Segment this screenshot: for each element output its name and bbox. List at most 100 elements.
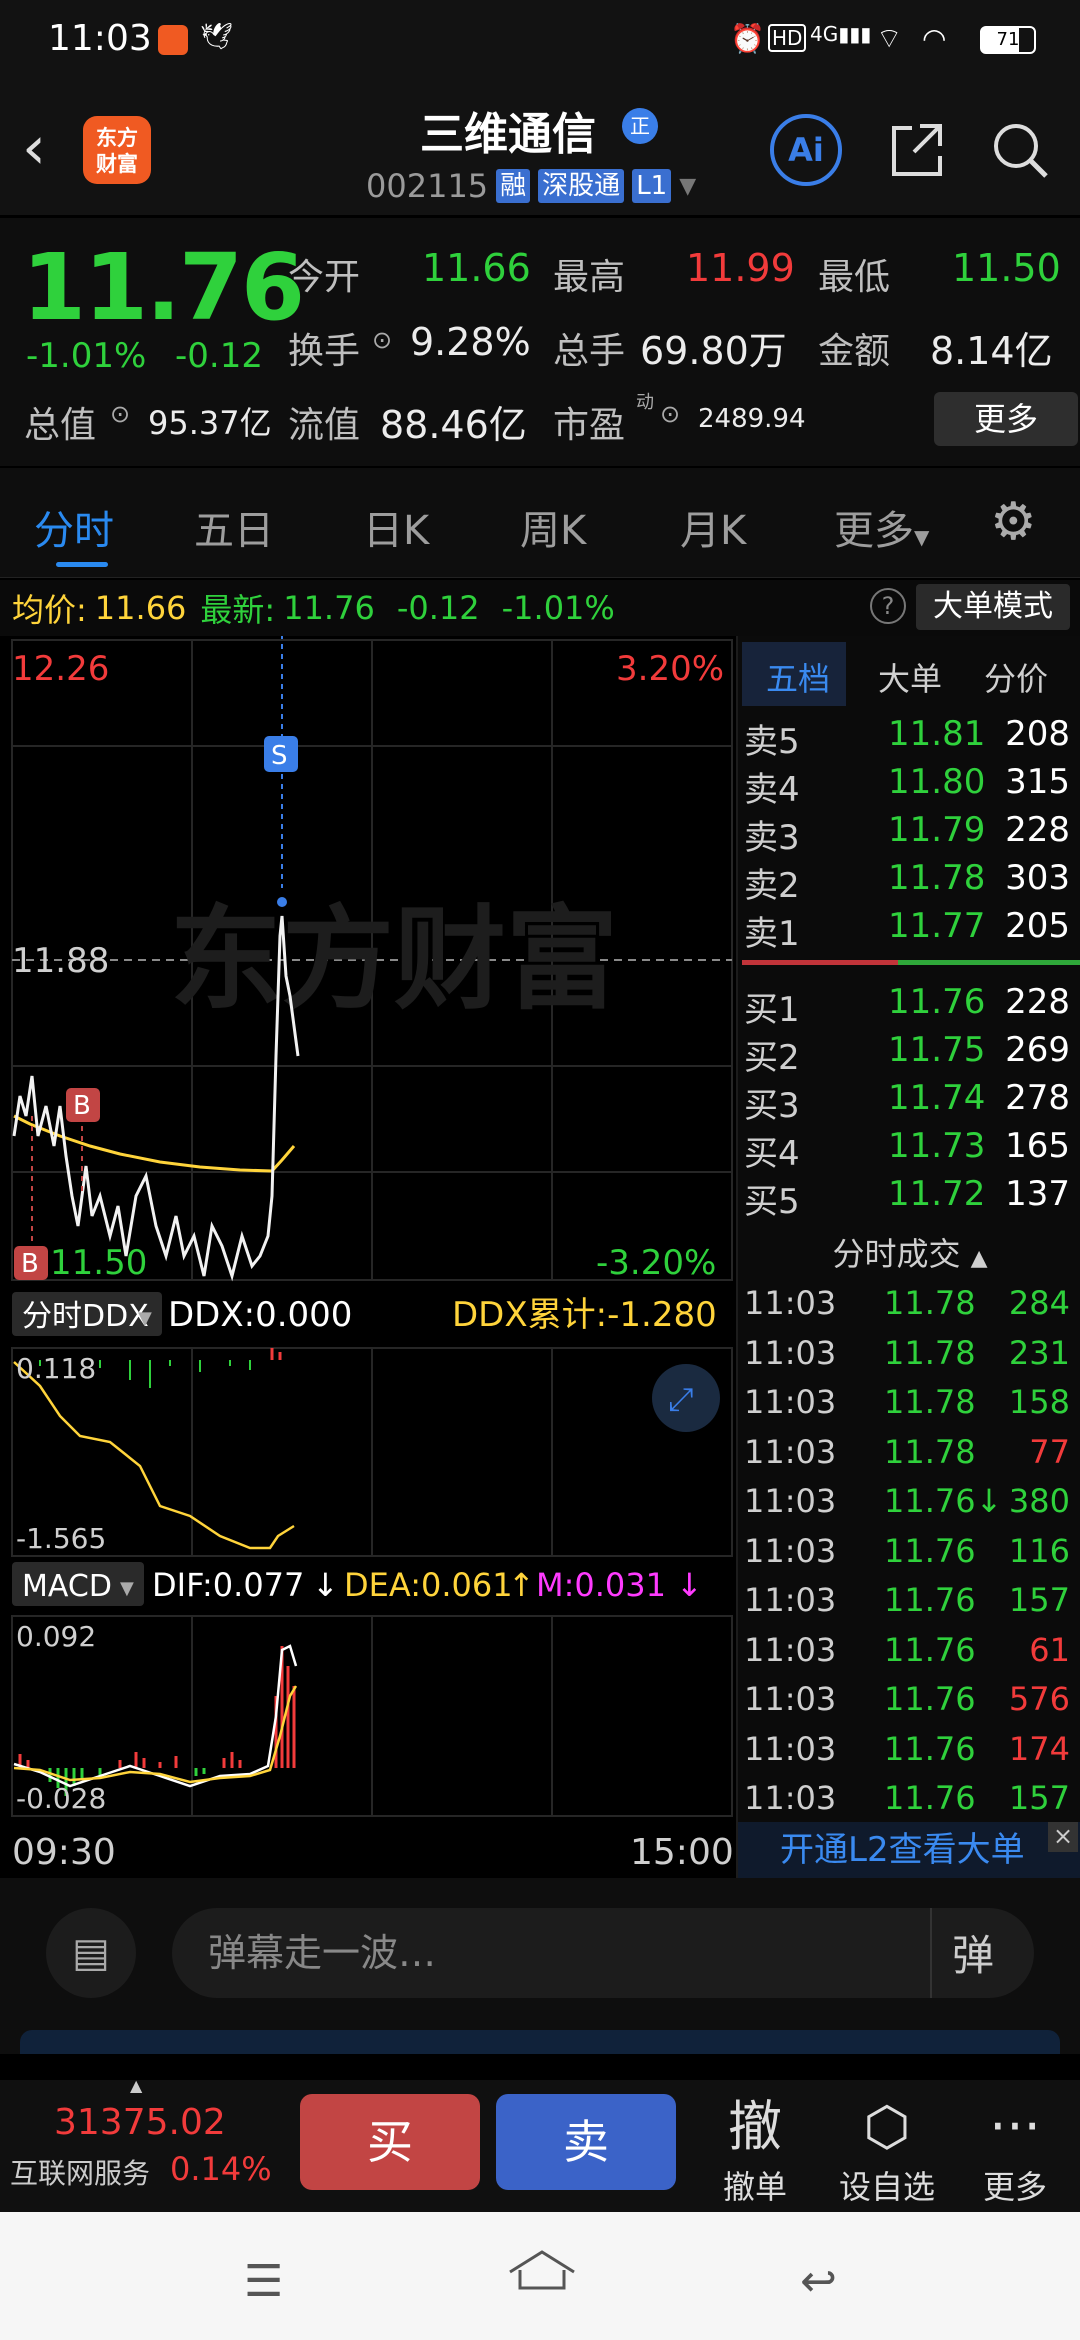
tab-monthly-k[interactable]: 月K — [680, 498, 746, 556]
search-icon[interactable] — [990, 120, 1050, 180]
tab-big-orders[interactable]: 大单 — [878, 654, 942, 700]
watermark: 东方财富 — [170, 895, 618, 1025]
menu-icon[interactable]: ☰ — [244, 2256, 283, 2307]
news-ticker-edge[interactable] — [20, 2030, 1060, 2054]
add-watchlist-button[interactable]: ⬡ 设自选 — [832, 2092, 942, 2208]
l2-banner-text: 开通L2查看大单 — [780, 1830, 1025, 1870]
macd-dea-line — [13, 1685, 298, 1784]
ask-label: 卖4 — [744, 770, 800, 810]
cancel-order-button[interactable]: 撤撤单 — [700, 2092, 810, 2208]
caret-up-icon: ▲ — [130, 2076, 143, 2095]
danmu-toggle-icon[interactable]: 弹 — [952, 1922, 994, 1983]
tab-weekly-k[interactable]: 周K — [520, 498, 586, 556]
caret-down-icon: ▼ — [120, 1578, 134, 1599]
time-axis-end: 15:00 — [630, 1832, 734, 1873]
more-button[interactable]: ··· 更多 — [960, 2092, 1070, 2208]
trade-volume: 61 — [1029, 1630, 1070, 1669]
danmu-input[interactable]: 弹幕走一波… — [172, 1908, 1034, 1998]
danmu-icon-glyph: 弹 — [952, 1931, 995, 1980]
info-icon[interactable]: ⊙ — [372, 326, 392, 354]
more-quote-button[interactable]: 更多 — [934, 392, 1078, 446]
ask-volume: 205 — [1005, 906, 1070, 946]
ddx-grid — [11, 1347, 733, 1557]
turnover-label: 换手 — [288, 331, 361, 372]
l2-upgrade-banner[interactable]: 开通L2查看大单 — [738, 1822, 1080, 1878]
price-axis-bottom: 11.50 — [50, 1243, 147, 1283]
ddx-axis-bottom: -1.565 — [16, 1522, 106, 1555]
tab-more[interactable]: 更多▼ — [834, 498, 929, 556]
ask-price: 11.79 — [888, 810, 986, 850]
bid-row-3: 买3 11.74 278 — [744, 1078, 1078, 1126]
stock-code: 002115 — [366, 167, 489, 205]
trade-row: 11:03 11.76 157 — [744, 1779, 1078, 1827]
trade-row: 11:03 11.76↓ 380 — [744, 1482, 1078, 1530]
alarm-icon: ⏰ — [730, 22, 765, 55]
app-logo[interactable]: 东方财富 — [83, 116, 151, 184]
bid-price: 11.75 — [888, 1030, 986, 1070]
bid-row-2: 买2 11.75 269 — [744, 1030, 1078, 1078]
stock-subtitle[interactable]: 002115 融 深股通 L1 ▼ — [366, 166, 696, 206]
macd-dif: DIF:0.077 — [152, 1566, 304, 1604]
bid-label: 买2 — [744, 1038, 800, 1078]
big-order-mode-button[interactable]: 大单模式 — [916, 584, 1070, 630]
share-icon[interactable] — [886, 120, 946, 180]
stock-name: 三维通信 — [420, 109, 596, 160]
battery-icon: 71 — [980, 26, 1036, 54]
tab-intraday[interactable]: 分时 — [34, 498, 114, 556]
trade-volume: 380 — [1008, 1482, 1070, 1520]
trade-time: 11:03 — [744, 1333, 837, 1372]
trade-volume: 116 — [1008, 1531, 1070, 1570]
trades-header[interactable]: 分时成交 ▲ — [738, 1228, 1080, 1280]
chevron-down-icon: ▼ — [679, 173, 697, 199]
index-name[interactable]: 互联网服务 — [10, 2152, 150, 2192]
bid-price: 11.73 — [888, 1126, 986, 1166]
chat-settings-icon[interactable]: ▤ — [46, 1908, 136, 1998]
bid-row-1: 买1 11.76 228 — [744, 982, 1078, 1030]
chart-tabs: 分时 五日 日K 周K 月K 更多▼ ⚙ — [0, 468, 1080, 578]
caret-down-icon: ▼ — [914, 525, 930, 549]
trade-price: 11.76↓ — [884, 1482, 1003, 1520]
status-badge: 正 — [622, 108, 658, 144]
help-icon[interactable]: ? — [870, 588, 906, 624]
info-icon[interactable]: ⊙ — [660, 400, 680, 428]
intraday-chart[interactable]: 东方财富 S B B 12.26 11.88 11.50 3.20% -3.20… — [0, 636, 736, 1878]
trade-time: 11:03 — [744, 1779, 837, 1817]
macd-bars-up — [18, 1646, 296, 1768]
buy-button[interactable]: 买 — [300, 2094, 480, 2190]
watchlist-icon: ⬡ — [863, 2095, 911, 2158]
close-icon[interactable]: × — [1048, 1822, 1078, 1852]
home-icon[interactable] — [506, 2248, 578, 2292]
trade-row: 11:03 11.76 576 — [744, 1680, 1078, 1728]
signal-icon: 4G▮▮▮ — [810, 22, 872, 46]
pct-axis-bottom: -3.20% — [596, 1243, 716, 1283]
open-value: 11.66 — [422, 246, 531, 290]
network-type: 4G — [810, 22, 839, 46]
bid-label: 买5 — [744, 1182, 800, 1222]
caret-up-icon: ▲ — [970, 1246, 988, 1271]
change-amount: -0.12 — [175, 336, 263, 376]
trade-volume: 158 — [1008, 1383, 1070, 1421]
system-nav-bar: ☰ ↩ — [0, 2212, 1080, 2340]
cancel-order-label: 撤单 — [722, 2168, 787, 2206]
settings-gear-icon[interactable]: ⚙ — [990, 496, 1037, 548]
back-nav-icon[interactable]: ↩ — [800, 2256, 837, 2307]
sell-button[interactable]: 卖 — [496, 2094, 676, 2190]
tab-price-dist[interactable]: 分价 — [984, 654, 1048, 700]
tab-daily-k[interactable]: 日K — [363, 498, 429, 556]
price-axis-mid: 11.88 — [12, 941, 109, 981]
index-value[interactable]: 31375.02 — [54, 2102, 226, 2143]
info-icon[interactable]: ⊙ — [110, 400, 130, 428]
bid-label: 买1 — [744, 990, 800, 1030]
float-label: 流值 — [288, 405, 361, 446]
wifi-icon: ◠ — [922, 22, 947, 55]
app-notification-icon — [158, 25, 188, 55]
ai-button[interactable]: Ai — [770, 114, 842, 186]
pct-axis-top: 3.20% — [616, 649, 724, 689]
back-icon[interactable]: ‹ — [22, 118, 70, 188]
tab-five-day[interactable]: 五日 — [194, 498, 274, 556]
margin-tag: 融 — [496, 169, 531, 203]
tab-five-levels[interactable]: 五档 — [766, 654, 830, 700]
ask-ratio-bar — [742, 960, 898, 965]
macd-axis-top: 0.092 — [16, 1620, 96, 1653]
price-axis-top: 12.26 — [12, 649, 109, 689]
